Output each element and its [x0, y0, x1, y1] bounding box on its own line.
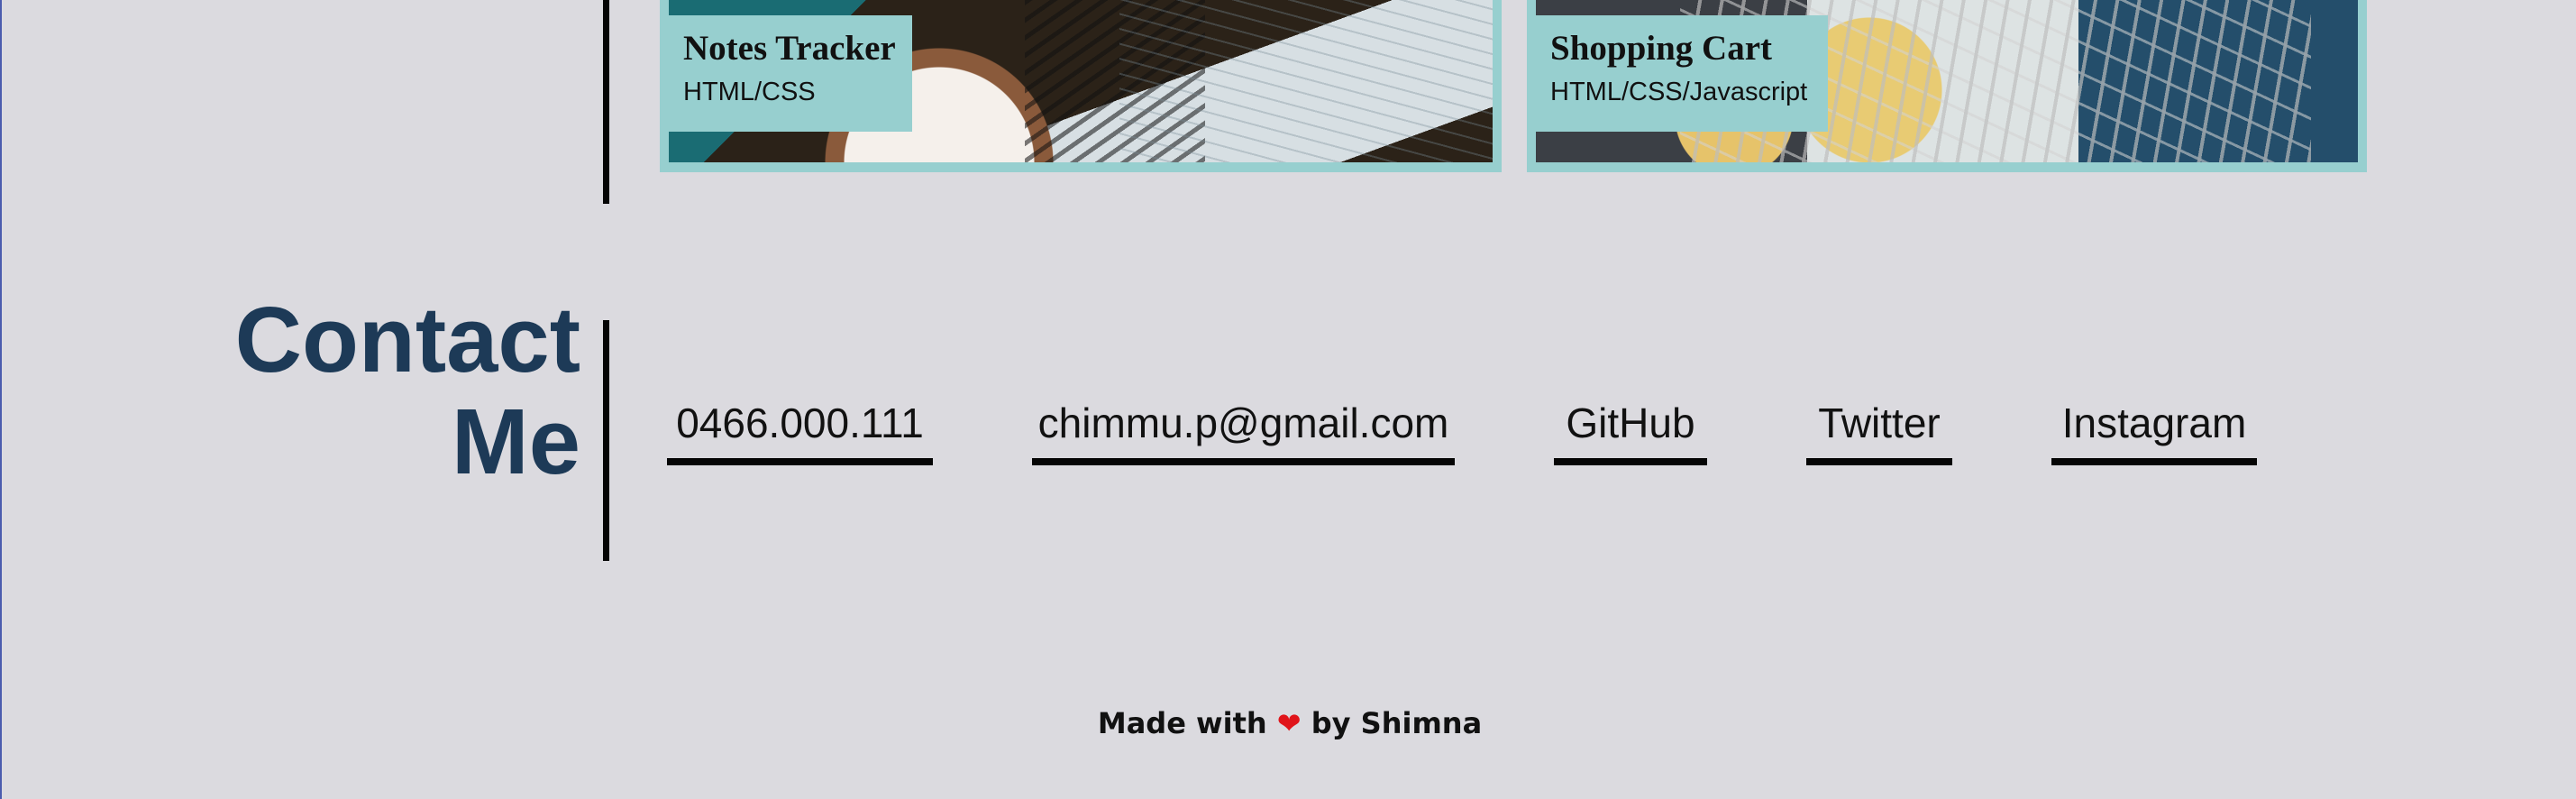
email-link[interactable]: chimmu.p@gmail.com: [1032, 391, 1455, 465]
section-divider-projects: [603, 0, 609, 204]
project-tech: HTML/CSS: [683, 77, 816, 106]
contact-heading-line-2: Me: [451, 390, 580, 493]
footer-made-with: Made with: [1097, 706, 1267, 740]
twitter-link[interactable]: Twitter: [1806, 391, 1952, 465]
project-card-shopping-cart[interactable]: Shopping Cart HTML/CSS/Javascript: [1527, 0, 2367, 172]
footer-credit: Made with ❤ by Shimna: [2, 706, 2576, 740]
project-image-notes-tracker: Notes Tracker HTML/CSS: [669, 0, 1493, 162]
footer-author: by Shimna: [1311, 706, 1483, 740]
project-label: Notes Tracker HTML/CSS: [669, 15, 912, 132]
project-title: Shopping Cart: [1550, 29, 1772, 68]
project-label: Shopping Cart HTML/CSS/Javascript: [1536, 15, 1828, 132]
notebook-lines-decoration: [1119, 0, 1493, 162]
project-image-shopping-cart: Shopping Cart HTML/CSS/Javascript: [1536, 0, 2358, 162]
project-card-notes-tracker[interactable]: Notes Tracker HTML/CSS: [660, 0, 1502, 172]
github-link[interactable]: GitHub: [1554, 391, 1707, 465]
contact-heading: Contact Me: [137, 289, 580, 492]
project-tech: HTML/CSS/Javascript: [1550, 77, 1808, 106]
phone-link[interactable]: 0466.000.111: [667, 391, 933, 465]
heart-icon: ❤: [1276, 706, 1302, 740]
project-title: Notes Tracker: [683, 29, 896, 68]
section-divider-contact: [603, 320, 609, 561]
contact-heading-line-1: Contact: [234, 288, 580, 391]
portfolio-page: Notes Tracker HTML/CSS Shopping Cart HTM…: [0, 0, 2576, 799]
instagram-link[interactable]: Instagram: [2051, 391, 2257, 465]
